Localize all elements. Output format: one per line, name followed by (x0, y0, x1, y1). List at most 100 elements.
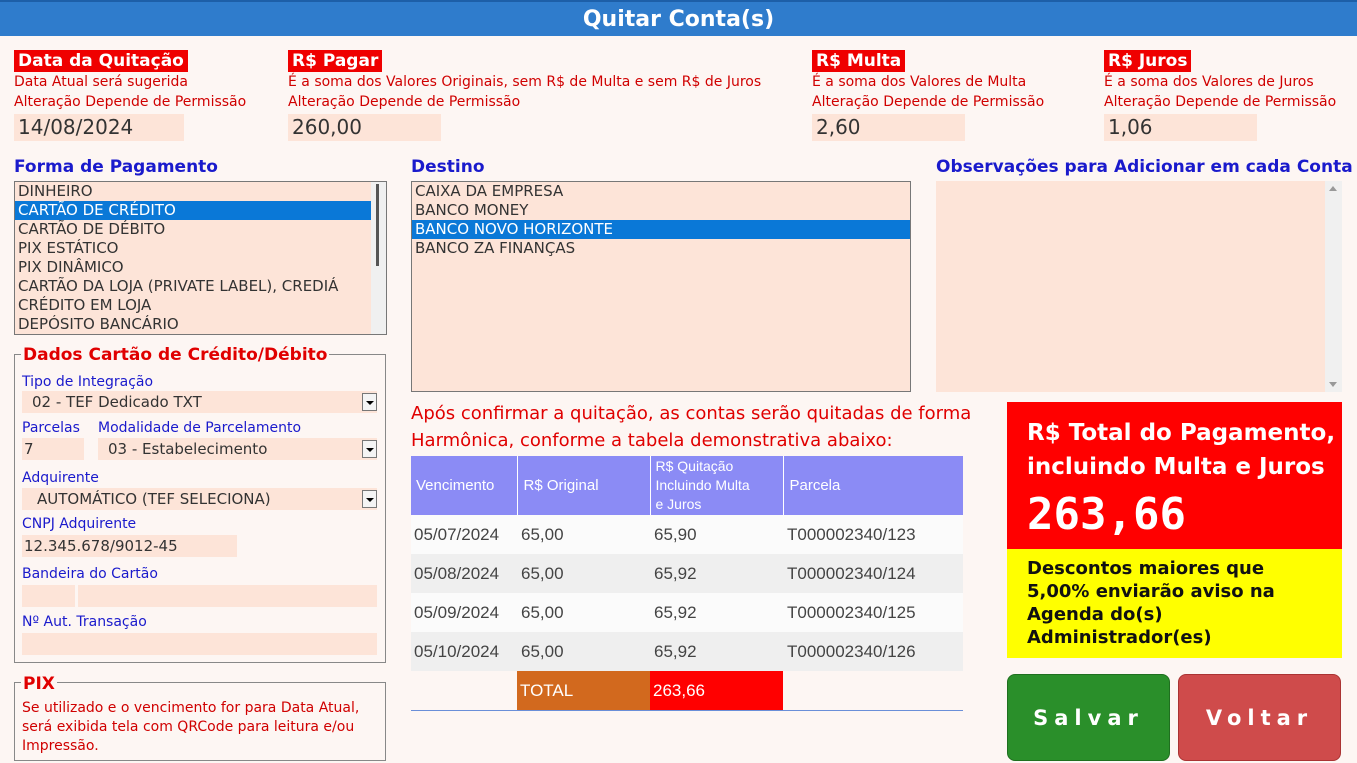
installments-label: Parcelas (22, 420, 80, 436)
observations-label: Observações para Adicionar em cada Conta (936, 157, 1353, 177)
integration-value: 02 - TEF Dedicado TXT (32, 393, 202, 411)
payment-form-label: Forma de Pagamento (14, 157, 218, 177)
th-parcela: Parcela (789, 477, 841, 494)
label-rs-juros: R$ Juros (1104, 50, 1192, 72)
juros-input[interactable]: 1,06 (1104, 114, 1257, 141)
observations-textarea[interactable] (936, 181, 1342, 392)
date-input[interactable]: 14/08/2024 (14, 114, 184, 141)
list-item[interactable]: PIX ESTÁTICO (15, 239, 371, 258)
cell-quitacao: 65,92 (654, 642, 697, 661)
cell-vencimento: 05/10/2024 (414, 642, 500, 661)
list-item[interactable]: DINHEIRO (15, 182, 371, 201)
installments-table: Vencimento R$ Original R$ Quitação Inclu… (411, 456, 963, 711)
brand-name-input[interactable] (78, 585, 377, 607)
back-button[interactable]: Voltar (1178, 674, 1341, 761)
observations-scrollbar[interactable] (1325, 181, 1342, 392)
acquirer-select[interactable]: AUTOMÁTICO (TEF SELECIONA) (22, 488, 377, 510)
list-item[interactable]: CRÉDITO EM LOJA (15, 296, 371, 315)
field-rs-pagar: R$ Pagar É a soma dos Valores Originais,… (288, 50, 761, 141)
table-row[interactable]: 05/07/2024 65,00 65,90 T000002340/123 (411, 515, 963, 554)
hint-rs-juros-1: É a soma dos Valores de Juros (1104, 74, 1314, 90)
window-title: Quitar Conta(s) (0, 0, 1357, 36)
modality-select[interactable]: 03 - Estabelecimento (98, 438, 377, 460)
acquirer-label: Adquirente (22, 470, 99, 486)
list-item[interactable]: CARTÃO DA LOJA (PRIVATE LABEL), CREDIÁ (15, 277, 371, 296)
cell-original: 65,00 (521, 564, 564, 583)
modality-label: Modalidade de Parcelamento (98, 420, 302, 436)
warning-line-1: Descontos maiores que (1027, 558, 1265, 579)
pix-text: Se utilizado e o vencimento for para Dat… (22, 699, 359, 756)
brand-code-input[interactable] (22, 585, 75, 607)
table-total-row: TOTAL 263,66 (411, 671, 963, 711)
scroll-thumb[interactable] (376, 184, 379, 266)
cnpj-label: CNPJ Adquirente (22, 516, 137, 532)
scroll-down-icon[interactable] (1329, 382, 1337, 387)
auth-label: Nº Aut. Transação (22, 614, 147, 630)
warning-line-4: Administrador(es) (1027, 627, 1212, 648)
integration-label: Tipo de Integração (22, 374, 154, 390)
chevron-down-icon[interactable] (362, 393, 377, 411)
destination-list[interactable]: CAIXA DA EMPRESA BANCO MONEY BANCO NOVO … (411, 181, 911, 392)
card-data-legend: Dados Cartão de Crédito/Débito (21, 345, 330, 365)
payment-form-list[interactable]: DINHEIRO CARTÃO DE CRÉDITO CARTÃO DE DÉB… (14, 181, 387, 335)
total-panel: R$ Total do Pagamento, incluindo Multa e… (1007, 402, 1342, 549)
th-quitacao: R$ Quitação Incluindo Multa e Juros (650, 456, 784, 515)
info-line-2: Harmônica, conforme a tabela demonstrati… (411, 430, 893, 451)
table-row[interactable]: 05/10/2024 65,00 65,92 T000002340/126 (411, 632, 963, 671)
th-quitacao-line-2: Incluindo Multa (655, 477, 750, 493)
total-panel-title: R$ Total do Pagamento, incluindo Multa e… (1027, 416, 1335, 484)
field-data-quitacao: Data da Quitação Data Atual será sugerid… (14, 50, 246, 141)
payment-list-scrollbar[interactable] (371, 182, 386, 334)
th-quitacao-line-1: R$ Quitação (655, 458, 734, 474)
cell-parcela: T000002340/126 (787, 642, 916, 661)
list-item[interactable]: CAIXA DA EMPRESA (412, 182, 910, 201)
th-quitacao-line-3: e Juros (655, 496, 702, 512)
table-row[interactable]: 05/08/2024 65,00 65,92 T000002340/124 (411, 554, 963, 593)
hint-data-quitacao-2: Alteração Depende de Permissão (14, 94, 247, 110)
hint-rs-juros-2: Alteração Depende de Permissão (1104, 94, 1337, 110)
cell-quitacao: 65,90 (654, 525, 697, 544)
integration-select[interactable]: 02 - TEF Dedicado TXT (22, 391, 377, 413)
hint-rs-pagar-1: É a soma dos Valores Originais, sem R$ d… (288, 74, 762, 90)
multa-input[interactable]: 2,60 (812, 114, 965, 141)
cell-vencimento: 05/08/2024 (414, 564, 500, 583)
cell-quitacao: 65,92 (654, 603, 697, 622)
list-item[interactable]: DEPÓSITO BANCÁRIO (15, 315, 371, 334)
cell-parcela: T000002340/123 (787, 525, 916, 544)
pagar-input[interactable]: 260,00 (288, 114, 441, 141)
total-label: TOTAL (517, 671, 650, 711)
field-rs-multa: R$ Multa É a soma dos Valores de Multa A… (812, 50, 1044, 141)
chevron-down-icon[interactable] (362, 490, 377, 508)
th-vencimento: Vencimento (411, 456, 518, 515)
cell-original: 65,00 (521, 642, 564, 661)
cnpj-input[interactable]: 12.345.678/9012-45 (22, 535, 237, 557)
cell-original: 65,00 (521, 603, 564, 622)
pix-line-1: Se utilizado e o vencimento for para Dat… (22, 700, 360, 716)
total-amount: 263,66 (1027, 489, 1186, 540)
total-spacer (411, 671, 517, 711)
total-panel-line-2: incluindo Multa e Juros (1027, 454, 1325, 480)
info-line-1: Após confirmar a quitação, as contas ser… (411, 403, 972, 424)
warning-line-2: 5,00% enviarão aviso na (1027, 581, 1275, 602)
scroll-up-icon[interactable] (1329, 186, 1337, 191)
modality-value: 03 - Estabelecimento (108, 440, 268, 458)
save-button[interactable]: Salvar (1007, 674, 1170, 761)
list-item[interactable]: CARTÃO DE DÉBITO (15, 220, 371, 239)
list-item[interactable]: BANCO MONEY (412, 201, 910, 220)
hint-rs-multa-1: É a soma dos Valores de Multa (812, 74, 1027, 90)
installments-input[interactable]: 7 (22, 438, 84, 460)
list-item[interactable]: PIX DINÂMICO (15, 258, 371, 277)
cell-vencimento: 05/07/2024 (414, 525, 500, 544)
label-data-quitacao: Data da Quitação (14, 50, 188, 72)
chevron-down-icon[interactable] (362, 440, 377, 458)
table-row[interactable]: 05/09/2024 65,00 65,92 T000002340/125 (411, 593, 963, 632)
warning-line-3: Agenda do(s) (1027, 604, 1163, 625)
cell-parcela: T000002340/125 (787, 603, 916, 622)
destination-label: Destino (411, 157, 485, 177)
list-item[interactable]: BANCO ZA FINANÇAS (412, 239, 910, 258)
list-item-selected[interactable]: CARTÃO DE CRÉDITO (15, 201, 371, 220)
total-value: 263,66 (650, 671, 783, 711)
cell-quitacao: 65,92 (654, 564, 697, 583)
list-item-selected[interactable]: BANCO NOVO HORIZONTE (412, 220, 910, 239)
auth-input[interactable] (22, 633, 377, 655)
